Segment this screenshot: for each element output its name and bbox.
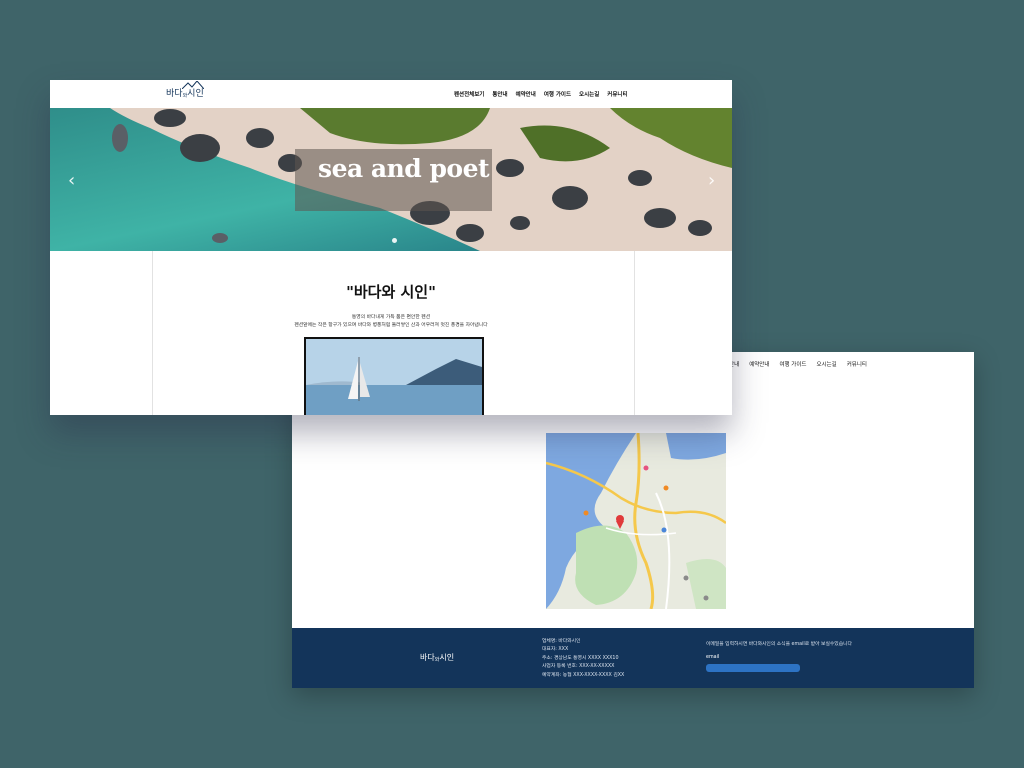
- location-map[interactable]: [546, 433, 726, 609]
- site-header: 바다 와 시인 펜션전체보기 통안내 예약안내 여행 가이드 오시는길 커뮤니티: [50, 80, 732, 108]
- nav-item-all-rooms[interactable]: 펜션전체보기: [454, 90, 484, 98]
- nav-item-community[interactable]: 커뮤니티: [847, 360, 867, 368]
- intro-heading: "바다와 시인": [346, 283, 436, 301]
- logo-text-main: 바다: [420, 653, 435, 662]
- intro-description: 통영의 바다내게 가득 품은 편안한 펜션 펜션앞에는 작은 항구가 있으며 바…: [50, 314, 732, 330]
- mountain-icon: [182, 81, 204, 89]
- info-owner: 대표자: XXX: [542, 647, 569, 653]
- intro-description-line-2: 펜션앞에는 작은 항구가 있으며 바다와 병풍처럼 둘러쌓인 산과 어우러져 멋…: [294, 323, 488, 328]
- info-account: 예약계좌: 농협 XXX-XXXX-XXXX 김XX: [542, 672, 625, 678]
- hero-carousel[interactable]: sea and poet ‹ ›: [50, 108, 732, 251]
- column-divider-left: [152, 251, 153, 415]
- info-company: 업체명: 바다와시인: [542, 639, 581, 644]
- logo-text-end: 시인: [439, 653, 455, 662]
- column-divider-right: [634, 251, 635, 415]
- nav-item-community[interactable]: 커뮤니티: [607, 90, 627, 98]
- nav-item-directions[interactable]: 오시는길: [817, 360, 837, 368]
- nav-item-directions[interactable]: 오시는길: [579, 90, 599, 98]
- main-nav: 펜션전체보기 통안내 예약안내 여행 가이드 오시는길 커뮤니티: [454, 90, 628, 98]
- chevron-left-icon[interactable]: ‹: [68, 170, 75, 191]
- info-business-number: 사업자 등록 번호: XXX-XX-XXXXX: [542, 664, 615, 670]
- nav-item-room[interactable]: 통안내: [492, 90, 507, 98]
- nav-item-travel-guide[interactable]: 여행 가이드: [544, 90, 571, 98]
- site-footer: 바다 와 시인 업체명: 바다와시인 대표자: XXX 주소: 경상남도 통영시…: [292, 628, 974, 688]
- intro-section: "바다와 시인" 통영의 바다내게 가득 품은 편안한 펜션 펜션앞에는 작은 …: [50, 251, 732, 415]
- carousel-indicator[interactable]: [392, 238, 397, 243]
- info-address: 주소: 경상남도 통영시 XXXX XXX10: [542, 655, 619, 661]
- footer-logo[interactable]: 바다 와 시인: [420, 652, 454, 663]
- newsletter-text: 이메일을 입력하시면 바다와시인의 소식을 email로 받아 보실수있습니다: [706, 642, 852, 647]
- back-nav: 통안내 예약안내 여행 가이드 오시는길 커뮤니티: [724, 360, 867, 368]
- chevron-right-icon[interactable]: ›: [708, 170, 715, 191]
- email-label: email: [706, 655, 720, 660]
- front-window: 바다 와 시인 펜션전체보기 통안내 예약안내 여행 가이드 오시는길 커뮤니티: [50, 80, 732, 415]
- nav-item-reservation[interactable]: 예약안내: [749, 360, 769, 368]
- header-logo[interactable]: 바다 와 시인: [166, 81, 204, 99]
- nav-item-travel-guide[interactable]: 여행 가이드: [779, 360, 806, 368]
- intro-description-line-1: 통영의 바다내게 가득 품은 편안한 펜션: [351, 315, 431, 320]
- map-graphic: [546, 433, 726, 609]
- nav-item-reservation[interactable]: 예약안내: [516, 90, 536, 98]
- sailboat-photo: [304, 337, 484, 415]
- hero-title: sea and poet: [318, 154, 490, 183]
- business-info: 업체명: 바다와시인 대표자: XXX 주소: 경상남도 통영시 XXXX XX…: [542, 638, 624, 680]
- email-field[interactable]: [706, 664, 800, 672]
- logo-text-main: 바다: [166, 89, 183, 99]
- sailboat-image: [306, 339, 482, 415]
